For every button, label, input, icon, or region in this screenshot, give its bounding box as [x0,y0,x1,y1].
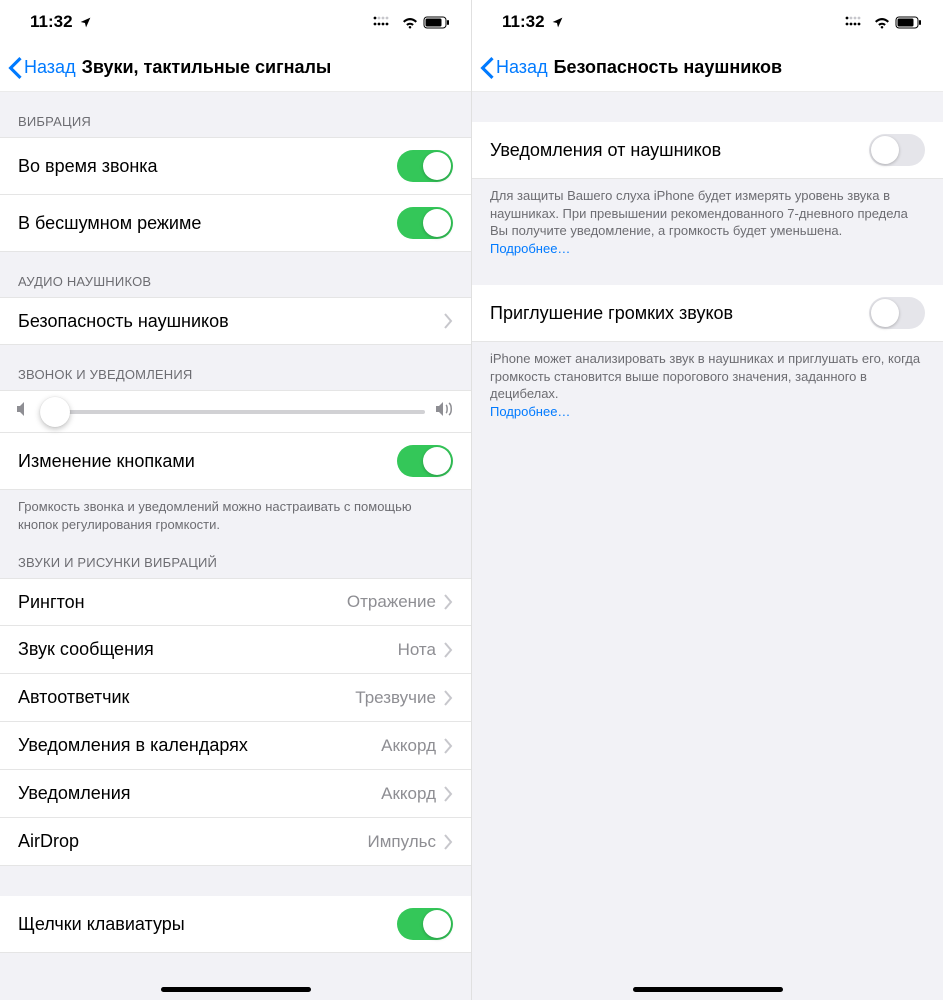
row-label: Рингтон [18,592,347,613]
row-label: AirDrop [18,831,367,852]
back-button[interactable]: Назад [8,57,76,79]
status-time: 11:32 [30,12,73,32]
footer-reduce-loud-sounds: iPhone может анализировать звук в наушни… [472,342,943,430]
row-reminders[interactable]: Уведомления Аккорд [0,770,471,818]
row-headphone-safety[interactable]: Безопасность наушников [0,297,471,345]
back-button[interactable]: Назад [480,57,548,79]
screen-sounds-haptics: 11:32 Назад Звуки, тактильны [0,0,471,1000]
section-header-sounds: ЗВУКИ И РИСУНКИ ВИБРАЦИЙ [0,543,471,578]
nav-title: Безопасность наушников [554,57,783,78]
row-value: Аккорд [381,784,436,804]
section-header-headphone-audio: АУДИО НАУШНИКОВ [0,252,471,297]
switch-headphone-notifications[interactable] [869,134,925,166]
row-volume-slider [0,390,471,433]
row-label: Уведомления от наушников [490,140,869,161]
switch-reduce-loud-sounds[interactable] [869,297,925,329]
chevron-right-icon [444,313,453,329]
row-label: Звук сообщения [18,639,398,660]
row-label: Приглушение громких звуков [490,303,869,324]
row-vibrate-on-ring[interactable]: Во время звонка [0,137,471,195]
status-bar: 11:32 [472,0,943,44]
row-label: Щелчки клавиатуры [18,914,397,935]
row-label: Уведомления [18,783,381,804]
switch-change-with-buttons[interactable] [397,445,453,477]
row-voicemail[interactable]: Автоответчик Трезвучие [0,674,471,722]
chevron-right-icon [444,690,453,706]
row-label: В бесшумном режиме [18,213,397,234]
row-label: Изменение кнопками [18,451,397,472]
nav-title: Звуки, тактильные сигналы [82,57,332,78]
row-vibrate-on-silent[interactable]: В бесшумном режиме [0,195,471,252]
learn-more-link[interactable]: Подробнее… [490,241,570,256]
home-indicator[interactable] [161,987,311,992]
row-label: Уведомления в календарях [18,735,381,756]
speaker-high-icon [435,401,455,422]
volume-slider[interactable] [40,410,425,414]
battery-icon [423,16,451,29]
status-bar: 11:32 [0,0,471,44]
row-label: Безопасность наушников [18,311,444,332]
footer-text-body: Для защиты Вашего слуха iPhone будет изм… [490,188,908,238]
row-airdrop[interactable]: AirDrop Импульс [0,818,471,866]
home-indicator[interactable] [633,987,783,992]
row-change-with-buttons[interactable]: Изменение кнопками [0,433,471,490]
row-label: Автоответчик [18,687,355,708]
footer-text-body: iPhone может анализировать звук в наушни… [490,351,920,401]
row-value: Нота [398,640,436,660]
chevron-right-icon [444,642,453,658]
row-keyboard-clicks[interactable]: Щелчки клавиатуры [0,896,471,953]
footer-ringer: Громкость звонка и уведомлений можно нас… [0,490,471,543]
back-label: Назад [496,57,548,78]
switch-vibrate-on-ring[interactable] [397,150,453,182]
wifi-icon [401,16,419,29]
chevron-right-icon [444,738,453,754]
dual-signal-icon [373,16,397,28]
chevron-right-icon [444,834,453,850]
section-header-ringer: ЗВОНОК И УВЕДОМЛЕНИЯ [0,345,471,390]
row-ringtone[interactable]: Рингтон Отражение [0,578,471,626]
content-scroll[interactable]: ВИБРАЦИЯ Во время звонка В бесшумном реж… [0,92,471,1000]
dual-signal-icon [845,16,869,28]
content-scroll[interactable]: Уведомления от наушников Для защиты Ваше… [472,92,943,1000]
learn-more-link[interactable]: Подробнее… [490,404,570,419]
location-icon [79,16,92,29]
switch-keyboard-clicks[interactable] [397,908,453,940]
row-value: Аккорд [381,736,436,756]
wifi-icon [873,16,891,29]
slider-thumb[interactable] [40,397,70,427]
back-label: Назад [24,57,76,78]
chevron-right-icon [444,594,453,610]
footer-headphone-notifications: Для защиты Вашего слуха iPhone будет изм… [472,179,943,267]
section-header-vibration: ВИБРАЦИЯ [0,92,471,137]
location-icon [551,16,564,29]
row-value: Отражение [347,592,436,612]
row-value: Импульс [367,832,436,852]
speaker-low-icon [16,401,30,422]
battery-icon [895,16,923,29]
chevron-right-icon [444,786,453,802]
screen-headphone-safety: 11:32 Назад Безопасность нау [471,0,943,1000]
row-calendar[interactable]: Уведомления в календарях Аккорд [0,722,471,770]
nav-bar: Назад Безопасность наушников [472,44,943,92]
status-time: 11:32 [502,12,545,32]
row-text-tone[interactable]: Звук сообщения Нота [0,626,471,674]
row-label: Во время звонка [18,156,397,177]
switch-vibrate-on-silent[interactable] [397,207,453,239]
row-reduce-loud-sounds[interactable]: Приглушение громких звуков [472,285,943,342]
nav-bar: Назад Звуки, тактильные сигналы [0,44,471,92]
row-headphone-notifications[interactable]: Уведомления от наушников [472,122,943,179]
row-value: Трезвучие [355,688,436,708]
